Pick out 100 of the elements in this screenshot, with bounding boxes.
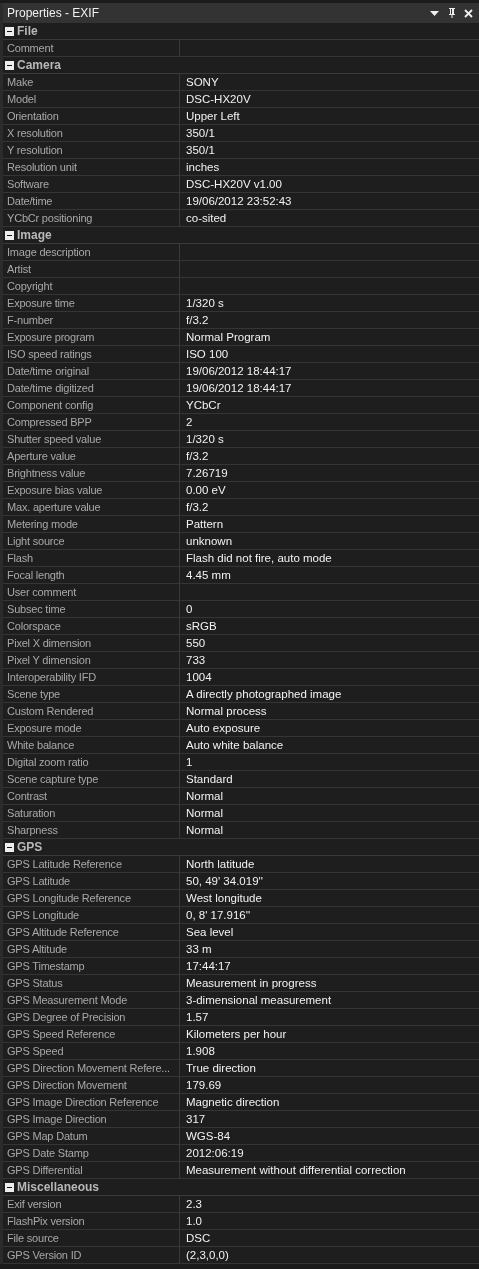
collapse-icon[interactable] [5, 842, 14, 852]
property-value: 317 [185, 1112, 207, 1127]
property-name: GPS Version ID [3, 1247, 180, 1263]
property-value: 2012:06:19 [185, 1146, 245, 1161]
property-name: GPS Degree of Precision [3, 1009, 180, 1025]
property-name: GPS Map Datum [3, 1128, 180, 1144]
property-name: GPS Image Direction [3, 1111, 180, 1127]
property-name: Make [3, 74, 180, 90]
property-value: DSC-HX20V v1.00 [185, 177, 283, 192]
property-name: Component config [3, 397, 180, 413]
property-value: 1.0 [185, 1214, 203, 1229]
property-name: X resolution [3, 125, 180, 141]
property-name: Metering mode [3, 516, 180, 532]
property-name: GPS Latitude [3, 873, 180, 889]
property-value: 19/06/2012 18:44:17 [185, 364, 293, 379]
property-name: Y resolution [3, 142, 180, 158]
property-name: Pixel Y dimension [3, 652, 180, 668]
property-value: f/3.2 [185, 500, 210, 515]
property-name: GPS Longitude Reference [3, 890, 180, 906]
property-value: (2,3,0,0) [185, 1248, 230, 1263]
property-name: ISO speed ratings [3, 346, 180, 362]
property-name: Brightness value [3, 465, 180, 481]
property-value: True direction [185, 1061, 257, 1076]
property-name: GPS Date Stamp [3, 1145, 180, 1161]
property-name: Saturation [3, 805, 180, 821]
collapse-icon[interactable] [5, 26, 14, 36]
property-value: 1/320 s [185, 432, 225, 447]
property-value: 0, 8' 17.916'' [185, 908, 252, 923]
property-name: Light source [3, 533, 180, 549]
property-value: YCbCr [185, 398, 222, 413]
property-name: Flash [3, 550, 180, 566]
property-name: Exposure mode [3, 720, 180, 736]
property-name: GPS Longitude [3, 907, 180, 923]
property-value: Auto white balance [185, 738, 285, 753]
property-value: Normal [185, 789, 225, 804]
property-name: User comment [3, 584, 180, 600]
property-value: A directly photographed image [185, 687, 343, 702]
property-value: 1.57 [185, 1010, 210, 1025]
property-name: Compressed BPP [3, 414, 180, 430]
property-value: Measurement in progress [185, 976, 318, 991]
property-value: co-sited [185, 211, 228, 226]
close-icon[interactable] [462, 6, 475, 20]
property-value: Magnetic direction [185, 1095, 281, 1110]
property-name: Scene capture type [3, 771, 180, 787]
collapse-icon[interactable] [5, 60, 14, 70]
property-name: Interoperability IFD [3, 669, 180, 685]
property-value: Sea level [185, 925, 235, 940]
property-name: FlashPix version [3, 1213, 180, 1229]
property-value: sRGB [185, 619, 218, 634]
collapse-icon[interactable] [5, 1182, 14, 1192]
property-name: Shutter speed value [3, 431, 180, 447]
property-name: Artist [3, 261, 180, 277]
property-value: DSC-HX20V [185, 92, 252, 107]
property-value: Normal [185, 806, 225, 821]
property-value: 2.3 [185, 1197, 203, 1212]
property-value: 1/320 s [185, 296, 225, 311]
property-name: GPS Latitude Reference [3, 856, 180, 872]
property-value: 2 [185, 415, 194, 430]
property-value: 19/06/2012 18:44:17 [185, 381, 293, 396]
property-value: Flash did not fire, auto mode [185, 551, 333, 566]
property-value: 3-dimensional measurement [185, 993, 333, 1008]
property-value: inches [185, 160, 221, 175]
property-name: GPS Status [3, 975, 180, 991]
property-name: Focal length [3, 567, 180, 583]
property-name: Date/time [3, 193, 180, 209]
property-value: 4.45 mm [185, 568, 232, 583]
property-value: Kilometers per hour [185, 1027, 288, 1042]
property-value: f/3.2 [185, 449, 210, 464]
property-value: unknown [185, 534, 234, 549]
property-name: GPS Direction Movement [3, 1077, 180, 1093]
window-title: Properties - EXIF [7, 6, 101, 20]
category-header: Miscellaneous [17, 1180, 100, 1194]
property-name: Image description [3, 244, 180, 260]
property-name: Contrast [3, 788, 180, 804]
property-value: 19/06/2012 23:52:43 [185, 194, 293, 209]
property-name: Scene type [3, 686, 180, 702]
property-name: GPS Altitude [3, 941, 180, 957]
property-name: GPS Speed [3, 1043, 180, 1059]
property-value: 17:44:17 [185, 959, 232, 974]
category-header: Camera [17, 58, 62, 72]
property-value: 1.908 [185, 1044, 216, 1059]
property-name: Aperture value [3, 448, 180, 464]
property-name: Orientation [3, 108, 180, 124]
property-name: White balance [3, 737, 180, 753]
property-value: North latitude [185, 857, 256, 872]
property-value: ISO 100 [185, 347, 230, 362]
property-value: 1004 [185, 670, 213, 685]
property-value: Normal [185, 823, 225, 838]
property-value: 0.00 eV [185, 483, 227, 498]
property-name: Sharpness [3, 822, 180, 838]
property-value: 350/1 [185, 126, 216, 141]
property-name: Comment [3, 40, 180, 56]
category-header: File [17, 24, 38, 38]
property-name: YCbCr positioning [3, 210, 180, 226]
property-name: File source [3, 1230, 180, 1246]
property-name: GPS Timestamp [3, 958, 180, 974]
collapse-icon[interactable] [5, 230, 14, 240]
property-name: Date/time original [3, 363, 180, 379]
property-value: Standard [185, 772, 234, 787]
property-name: GPS Speed Reference [3, 1026, 180, 1042]
